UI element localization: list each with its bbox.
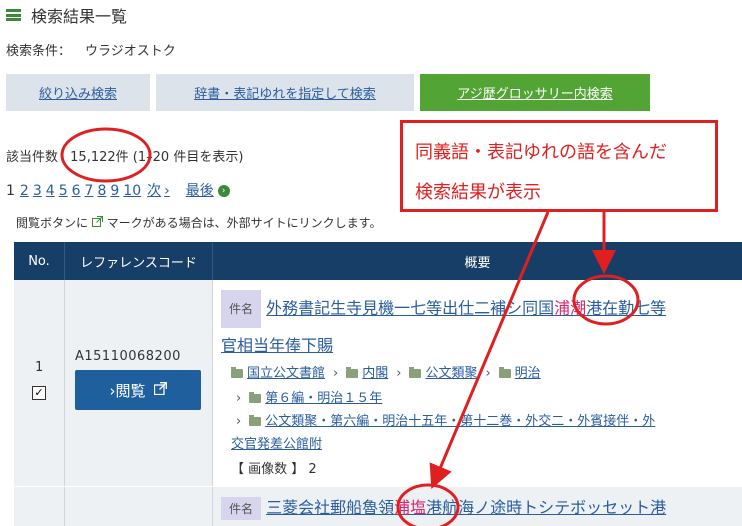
term-highlight-circle-2 — [396, 483, 460, 526]
annotation-overlay — [60, 127, 640, 526]
term-highlight-circle — [572, 274, 640, 326]
count-highlight-circle — [60, 127, 152, 183]
annotation-arrow-2 — [429, 211, 550, 490]
